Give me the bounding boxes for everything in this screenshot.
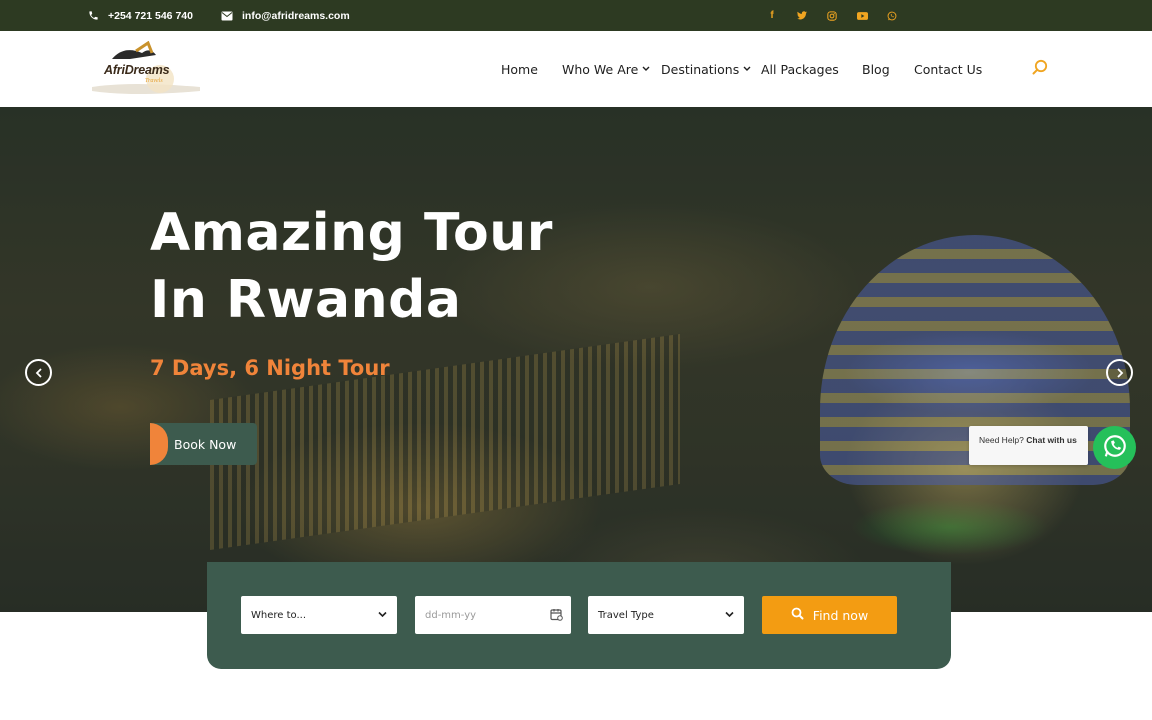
email-contact[interactable]: info@afridreams.com (221, 0, 350, 31)
chat-help-link: Chat with us (1026, 435, 1077, 445)
hero-title-line-2: In Rwanda (150, 270, 462, 330)
search-icon (791, 607, 804, 623)
find-now-button[interactable]: Find now (762, 596, 897, 634)
nav-home-label: Home (501, 61, 538, 77)
nav-destinations-label: Destinations (661, 61, 740, 77)
instagram-icon[interactable] (824, 8, 840, 24)
main-nav: Home Who We Are Destinations All Package… (0, 31, 1152, 107)
nav-who-we-are[interactable]: Who We Are (562, 31, 650, 107)
chat-help-bubble[interactable]: Need Help? Chat with us (969, 426, 1088, 465)
nav-all-packages[interactable]: All Packages (761, 31, 839, 107)
whatsapp-icon (1102, 433, 1128, 463)
chevron-right-icon (1116, 363, 1124, 382)
search-icon[interactable] (1030, 58, 1050, 78)
nav-contact-us[interactable]: Contact Us (914, 31, 982, 107)
find-now-label: Find now (812, 607, 869, 623)
twitter-icon[interactable] (794, 8, 810, 24)
destination-select[interactable]: Where to... (241, 596, 397, 634)
tour-search-panel: Where to... dd-mm-yy Travel Type Find no… (207, 562, 951, 669)
hero-slider: Amazing Tour In Rwanda 7 Days, 6 Night T… (0, 107, 1152, 612)
travel-type-select[interactable]: Travel Type (588, 596, 744, 634)
nav-all-packages-label: All Packages (761, 61, 839, 77)
nav-who-we-are-label: Who We Are (562, 61, 639, 77)
email-address: info@afridreams.com (242, 9, 350, 22)
slider-prev-button[interactable] (25, 359, 52, 386)
chevron-down-icon (642, 66, 650, 72)
calendar-icon[interactable] (550, 608, 563, 624)
nav-destinations[interactable]: Destinations (661, 31, 751, 107)
whatsapp-chat-button[interactable] (1093, 426, 1136, 469)
nav-blog-label: Blog (862, 61, 890, 77)
whatsapp-icon[interactable] (884, 8, 900, 24)
top-bar: +254 721 546 740 info@afridreams.com f (0, 0, 1152, 31)
hero-subtitle: 7 Days, 6 Night Tour (150, 356, 390, 380)
chevron-down-icon (378, 610, 387, 621)
phone-icon (88, 10, 99, 21)
mail-icon (221, 11, 233, 21)
date-input[interactable]: dd-mm-yy (415, 596, 571, 634)
date-input-placeholder: dd-mm-yy (425, 609, 477, 621)
phone-number: +254 721 546 740 (108, 9, 193, 22)
book-now-label: Book Now (174, 436, 237, 452)
nav-blog[interactable]: Blog (862, 31, 890, 107)
nav-contact-us-label: Contact Us (914, 61, 983, 77)
book-now-button[interactable]: Book Now (150, 423, 257, 465)
book-now-accent (150, 423, 168, 465)
hero-title: Amazing Tour In Rwanda (150, 200, 553, 334)
social-links: f (764, 0, 900, 31)
chevron-down-icon (725, 610, 734, 621)
chevron-down-icon (743, 66, 751, 72)
hero-title-line-1: Amazing Tour (150, 203, 553, 263)
youtube-icon[interactable] (854, 8, 870, 24)
travel-type-value: Travel Type (598, 609, 654, 621)
slider-next-button[interactable] (1106, 359, 1133, 386)
phone-contact[interactable]: +254 721 546 740 (88, 0, 193, 31)
chat-help-prefix: Need Help? (979, 435, 1024, 445)
chevron-left-icon (35, 363, 43, 382)
destination-select-value: Where to... (251, 609, 306, 621)
nav-home[interactable]: Home (501, 31, 538, 107)
facebook-icon[interactable]: f (764, 8, 780, 24)
